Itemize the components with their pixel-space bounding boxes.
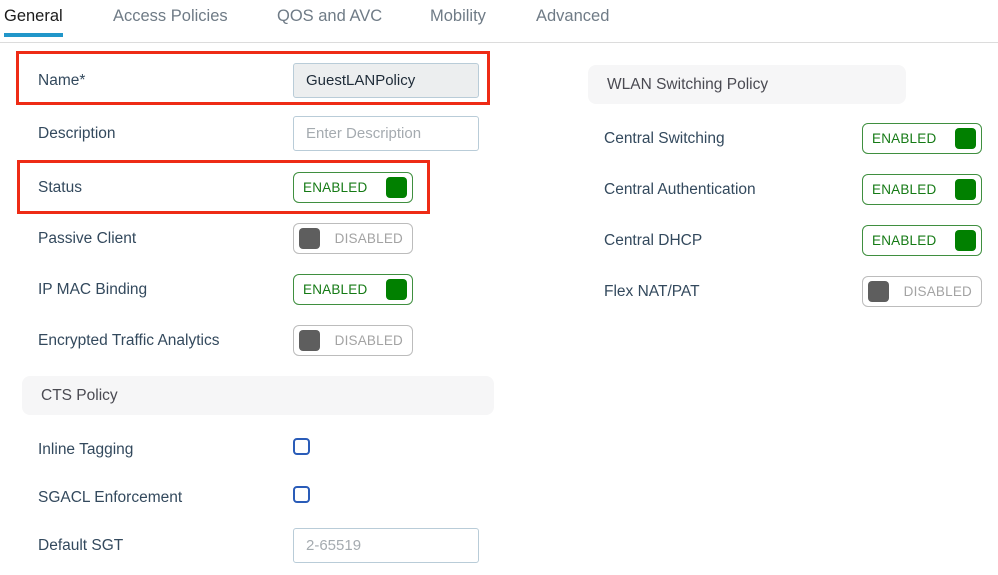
central-dhcp-toggle-label: ENABLED — [872, 233, 937, 248]
wlan-switching-policy-section-header: WLAN Switching Policy — [588, 65, 906, 104]
encrypted-traffic-analytics-toggle-label: DISABLED — [334, 333, 403, 348]
flex-nat-pat-toggle-label: DISABLED — [903, 284, 972, 299]
tab-mobility-label: Mobility — [430, 7, 486, 25]
row-inline-tagging: Inline Tagging — [38, 430, 438, 470]
tab-advanced[interactable]: Advanced — [536, 7, 609, 37]
sgacl-enforcement-checkbox[interactable] — [293, 486, 310, 503]
status-toggle[interactable]: ENABLED — [293, 172, 413, 203]
encrypted-traffic-analytics-toggle-knob — [299, 330, 320, 351]
row-flex-nat-pat: Flex NAT/PAT — [604, 272, 854, 312]
row-central-switching: Central Switching — [604, 119, 854, 159]
ip-mac-binding-toggle-knob — [386, 279, 407, 300]
row-central-dhcp: Central DHCP — [604, 221, 854, 261]
central-switching-toggle[interactable]: ENABLED — [862, 123, 982, 154]
tab-active-underline — [4, 33, 63, 37]
default-sgt-label: Default SGT — [38, 537, 124, 554]
row-central-authentication: Central Authentication — [604, 170, 854, 210]
central-authentication-label: Central Authentication — [604, 181, 756, 198]
wlan-switching-policy-title: WLAN Switching Policy — [607, 75, 769, 93]
inline-tagging-label: Inline Tagging — [38, 441, 134, 458]
central-switching-toggle-label: ENABLED — [872, 131, 937, 146]
tab-general-label: General — [4, 7, 63, 25]
flex-nat-pat-toggle-knob — [868, 281, 889, 302]
flex-nat-pat-label: Flex NAT/PAT — [604, 283, 700, 300]
central-authentication-toggle-knob — [955, 179, 976, 200]
tab-qos-and-avc[interactable]: QOS and AVC — [277, 7, 382, 37]
encrypted-traffic-analytics-label: Encrypted Traffic Analytics — [38, 332, 220, 349]
passive-client-label: Passive Client — [38, 230, 137, 247]
passive-client-toggle-label: DISABLED — [334, 231, 403, 246]
encrypted-traffic-analytics-toggle[interactable]: DISABLED — [293, 325, 413, 356]
ip-mac-binding-label: IP MAC Binding — [38, 281, 148, 298]
description-input[interactable] — [293, 116, 479, 151]
ip-mac-binding-toggle-label: ENABLED — [303, 282, 368, 297]
default-sgt-input[interactable] — [293, 528, 479, 563]
tab-advanced-label: Advanced — [536, 7, 610, 25]
tab-general[interactable]: General — [4, 7, 63, 37]
description-label: Description — [38, 125, 116, 142]
tab-mobility[interactable]: Mobility — [430, 7, 486, 37]
tab-bar: General Access Policies QOS and AVC Mobi… — [0, 0, 998, 43]
central-dhcp-toggle-knob — [955, 230, 976, 251]
tab-qos-and-avc-label: QOS and AVC — [277, 7, 383, 25]
central-dhcp-toggle[interactable]: ENABLED — [862, 225, 982, 256]
row-sgacl-enforcement: SGACL Enforcement — [38, 478, 438, 518]
central-switching-label: Central Switching — [604, 130, 725, 147]
central-authentication-toggle-label: ENABLED — [872, 182, 937, 197]
inline-tagging-checkbox[interactable] — [293, 438, 310, 455]
name-label: Name* — [38, 72, 86, 89]
name-input[interactable] — [293, 63, 479, 98]
tab-access-policies[interactable]: Access Policies — [113, 7, 228, 37]
cts-policy-section-header: CTS Policy — [22, 376, 494, 415]
central-authentication-toggle[interactable]: ENABLED — [862, 174, 982, 205]
passive-client-toggle-knob — [299, 228, 320, 249]
status-label: Status — [38, 179, 82, 196]
sgacl-enforcement-label: SGACL Enforcement — [38, 489, 183, 506]
status-toggle-label: ENABLED — [303, 180, 368, 195]
status-toggle-knob — [386, 177, 407, 198]
central-switching-toggle-knob — [955, 128, 976, 149]
central-dhcp-label: Central DHCP — [604, 232, 703, 249]
flex-nat-pat-toggle[interactable]: DISABLED — [862, 276, 982, 307]
cts-policy-title: CTS Policy — [41, 386, 118, 404]
passive-client-toggle[interactable]: DISABLED — [293, 223, 413, 254]
tab-access-policies-label: Access Policies — [113, 7, 228, 25]
ip-mac-binding-toggle[interactable]: ENABLED — [293, 274, 413, 305]
